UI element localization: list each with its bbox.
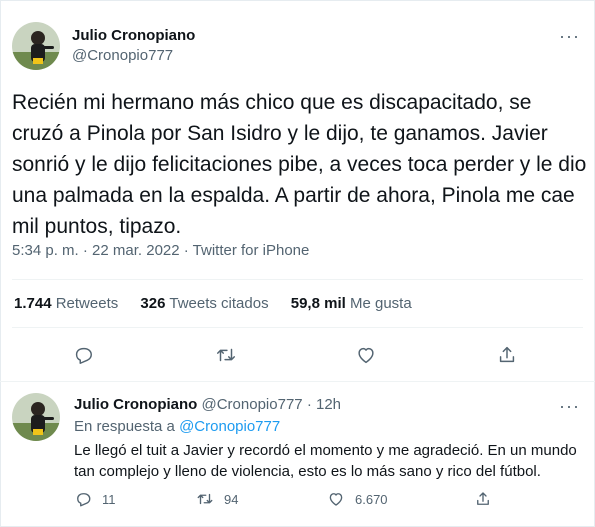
reply-button[interactable] xyxy=(68,340,98,370)
reply-separator: · xyxy=(306,396,312,413)
retweet-button[interactable] xyxy=(211,340,241,370)
likes-label: Me gusta xyxy=(349,295,412,312)
share-icon xyxy=(499,346,515,363)
reply-author-avatar[interactable] xyxy=(12,393,60,441)
reply-icon xyxy=(77,493,91,507)
divider xyxy=(0,381,595,382)
share-button[interactable] xyxy=(492,340,522,370)
reply-retweet-button[interactable]: 94 xyxy=(196,490,238,508)
quotes-label: Tweets citados xyxy=(169,295,269,312)
reply-time[interactable]: 12h xyxy=(316,396,341,413)
replying-to: En respuesta a @Cronopio777 xyxy=(74,418,280,435)
tweet-stats: 1.744 Retweets 326 Tweets citados 59,8 m… xyxy=(14,295,430,312)
likes-count: 59,8 mil xyxy=(290,295,346,312)
divider xyxy=(12,327,583,328)
retweets-stat[interactable]: 1.744 Retweets xyxy=(14,295,118,312)
reply-text: Le llegó el tuit a Javier y recordó el m… xyxy=(74,442,577,480)
tweet-text: Recién mi hermano más chico que es disca… xyxy=(12,91,587,238)
more-options-icon[interactable]: ··· xyxy=(559,26,580,47)
likes-stat[interactable]: 59,8 mil Me gusta xyxy=(291,295,412,312)
retweets-label: Retweets xyxy=(55,295,119,312)
quotes-stat[interactable]: 326 Tweets citados xyxy=(140,295,268,312)
retweet-icon xyxy=(197,493,213,505)
reply-more-options-icon[interactable]: ··· xyxy=(559,396,580,417)
author-name[interactable]: Julio Cronopiano xyxy=(72,27,195,44)
reply-author-handle[interactable]: @Cronopio777 xyxy=(202,396,303,413)
heart-icon xyxy=(358,347,374,364)
author-avatar[interactable] xyxy=(12,22,60,70)
reply-header: Julio Cronopiano @Cronopio777 · 12h xyxy=(74,396,341,413)
share-icon xyxy=(477,492,489,505)
like-button[interactable] xyxy=(351,340,381,370)
tweet-metadata[interactable]: 5:34 p. m. · 22 mar. 2022 · Twitter for … xyxy=(12,242,309,259)
reply-likes-count: 6.670 xyxy=(355,491,388,507)
reply-share-button[interactable] xyxy=(474,490,492,508)
avatar-photo-icon xyxy=(12,393,60,441)
reply-like-button[interactable]: 6.670 xyxy=(327,490,388,508)
reply-retweets-count: 94 xyxy=(224,491,239,507)
reply-reply-button[interactable]: 11 xyxy=(74,490,116,508)
heart-icon xyxy=(329,493,343,506)
replying-to-handle-link[interactable]: @Cronopio777 xyxy=(179,418,280,435)
reply-icon xyxy=(75,347,92,364)
retweets-count: 1.744 xyxy=(14,295,52,312)
divider xyxy=(12,279,583,280)
reply-replies-count: 11 xyxy=(102,491,116,507)
quotes-count: 326 xyxy=(140,295,166,312)
avatar-photo-icon xyxy=(12,22,60,70)
author-handle[interactable]: @Cronopio777 xyxy=(72,47,173,64)
retweet-icon xyxy=(217,348,235,362)
tweet-actions xyxy=(0,340,595,370)
reply-author-name[interactable]: Julio Cronopiano xyxy=(74,396,197,413)
replying-to-prefix: En respuesta a xyxy=(74,418,175,435)
reply-actions: 11 94 6.670 xyxy=(0,490,595,512)
